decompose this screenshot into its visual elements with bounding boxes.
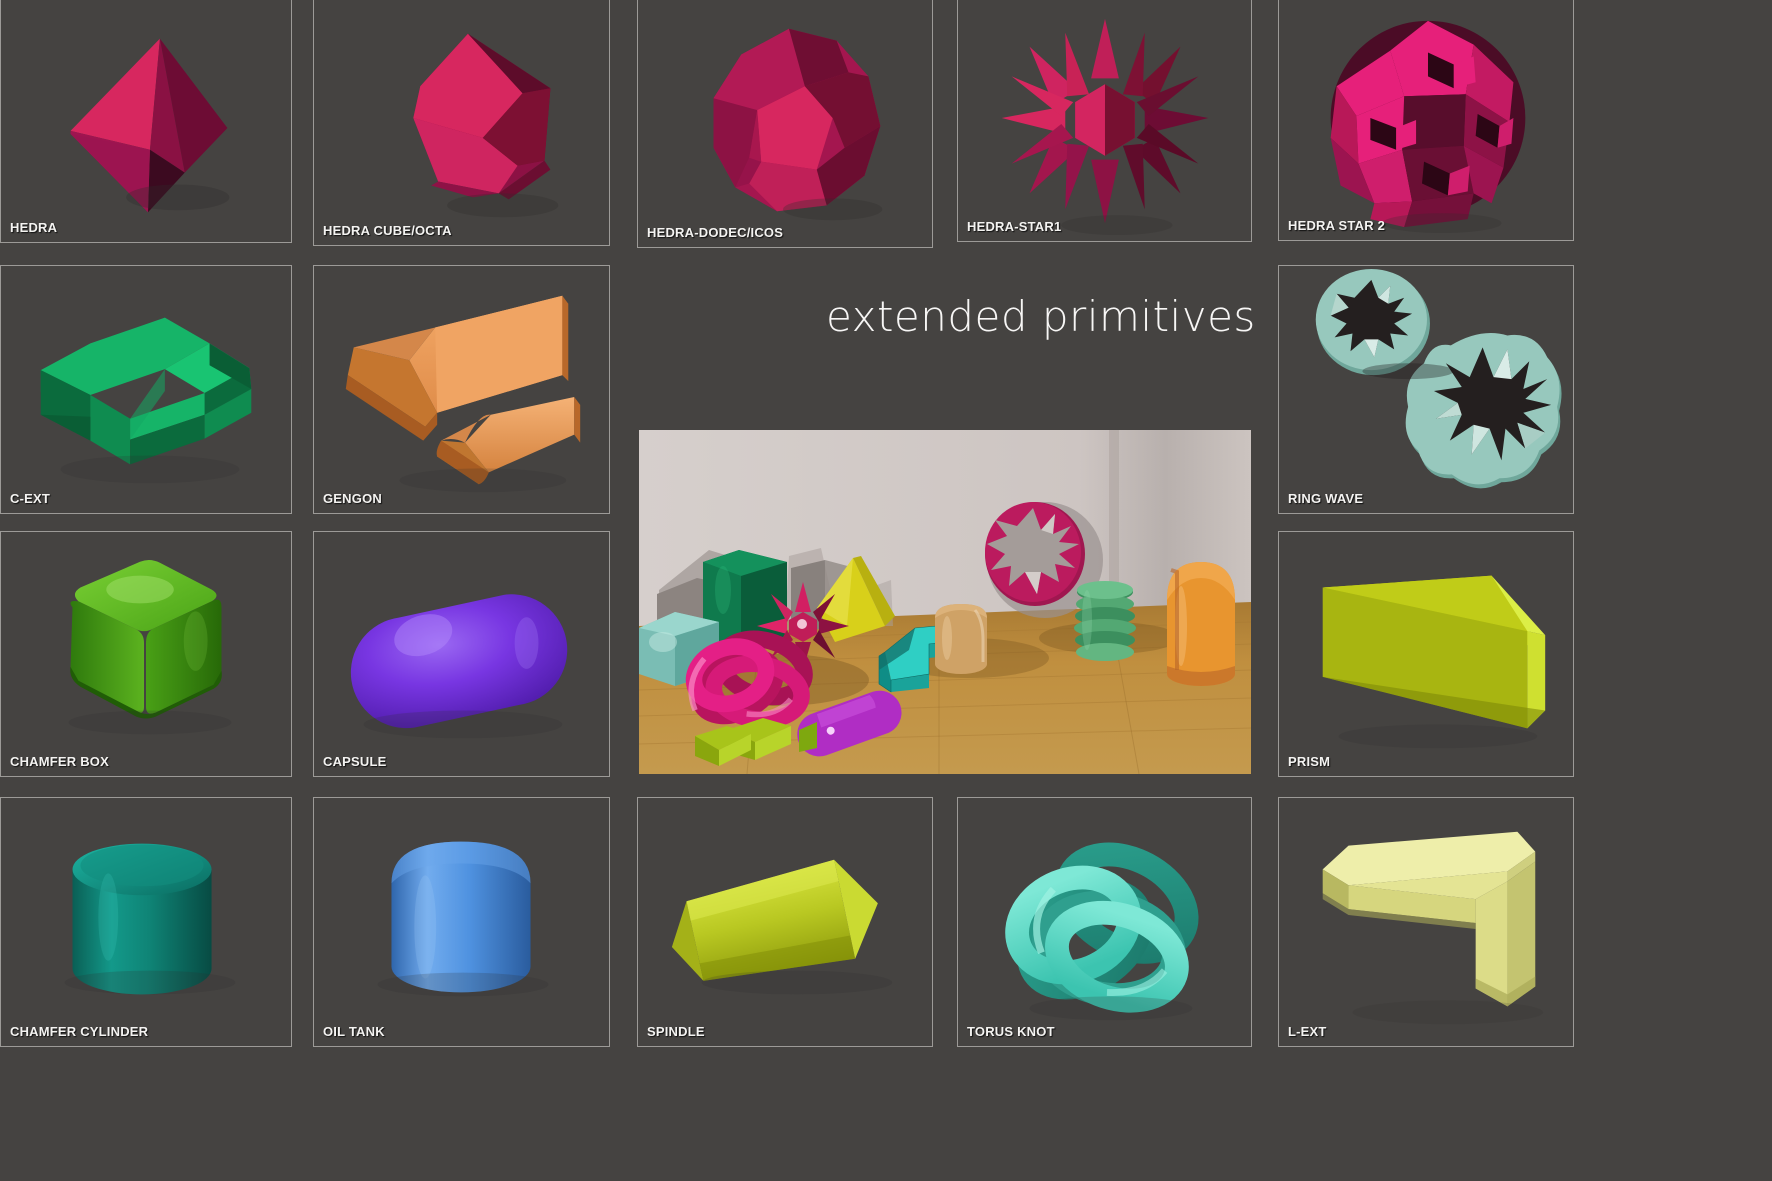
panel-hedra-star2[interactable]: HEDRA STAR 2 — [1278, 0, 1574, 241]
spindle-render — [638, 798, 932, 1046]
oil-tank-render — [314, 798, 609, 1046]
panel-label: HEDRA-STAR1 — [967, 219, 1062, 234]
panel-chamfer-cylinder[interactable]: CHAMFER CYLINDER — [0, 797, 292, 1047]
panel-gengon[interactable]: GENGON — [313, 265, 610, 514]
panel-label: PRISM — [1288, 754, 1331, 769]
panel-hedra-dodec-icos[interactable]: HEDRA-DODEC/ICOS — [637, 0, 933, 248]
torus-knot-render — [958, 798, 1251, 1046]
panel-l-ext[interactable]: L-EXT — [1278, 797, 1574, 1047]
panel-torus-knot[interactable]: TORUS KNOT — [957, 797, 1252, 1047]
panel-hedra[interactable]: HEDRA — [0, 0, 292, 243]
prism-render — [1279, 532, 1573, 776]
panel-label: OIL TANK — [323, 1024, 385, 1039]
panel-label: HEDRA STAR 2 — [1288, 218, 1386, 233]
hedra-star2-render — [1279, 0, 1573, 240]
page-title: extended primitives — [826, 292, 1256, 341]
panel-label: CHAMFER CYLINDER — [10, 1024, 149, 1039]
panel-hedra-star1[interactable]: HEDRA-STAR1 — [957, 0, 1252, 242]
panel-capsule[interactable]: CAPSULE — [313, 531, 610, 777]
hedra-octa-render — [1, 0, 291, 242]
panel-label: C-EXT — [10, 491, 50, 506]
panel-label: L-EXT — [1288, 1024, 1327, 1039]
chamfer-box-render — [1, 532, 291, 776]
extended-primitives-sheet: HEDRA HEDRA CUBE/OCTA HEDRA-DODEC/ICOS H… — [0, 0, 1772, 1181]
panel-label: HEDRA — [10, 220, 58, 235]
panel-chamfer-box[interactable]: CHAMFER BOX — [0, 531, 292, 777]
chamfer-cylinder-render — [1, 798, 291, 1046]
c-ext-render — [1, 266, 291, 513]
panel-label: SPINDLE — [647, 1024, 705, 1039]
panel-c-ext[interactable]: C-EXT — [0, 265, 292, 514]
panel-hedra-cube-octa[interactable]: HEDRA CUBE/OCTA — [313, 0, 610, 246]
panel-label: HEDRA-DODEC/ICOS — [647, 225, 784, 240]
panel-label: CHAMFER BOX — [10, 754, 109, 769]
l-ext-render — [1279, 798, 1573, 1046]
gengon-render — [314, 266, 609, 513]
panel-label: CAPSULE — [323, 754, 387, 769]
panel-ring-wave[interactable]: RING WAVE — [1278, 265, 1574, 514]
hedra-star1-render — [958, 0, 1251, 241]
extended-primitives-scene-render — [639, 430, 1251, 774]
hedra-dodec-render — [638, 0, 932, 247]
ring-wave-render — [1279, 266, 1573, 513]
hedra-cube-octa-render — [314, 0, 609, 245]
panel-prism[interactable]: PRISM — [1278, 531, 1574, 777]
panel-spindle[interactable]: SPINDLE — [637, 797, 933, 1047]
panel-oil-tank[interactable]: OIL TANK — [313, 797, 610, 1047]
panel-label: RING WAVE — [1288, 491, 1364, 506]
capsule-render — [314, 532, 609, 776]
panel-label: GENGON — [323, 491, 382, 506]
panel-label: TORUS KNOT — [967, 1024, 1055, 1039]
panel-label: HEDRA CUBE/OCTA — [323, 223, 452, 238]
